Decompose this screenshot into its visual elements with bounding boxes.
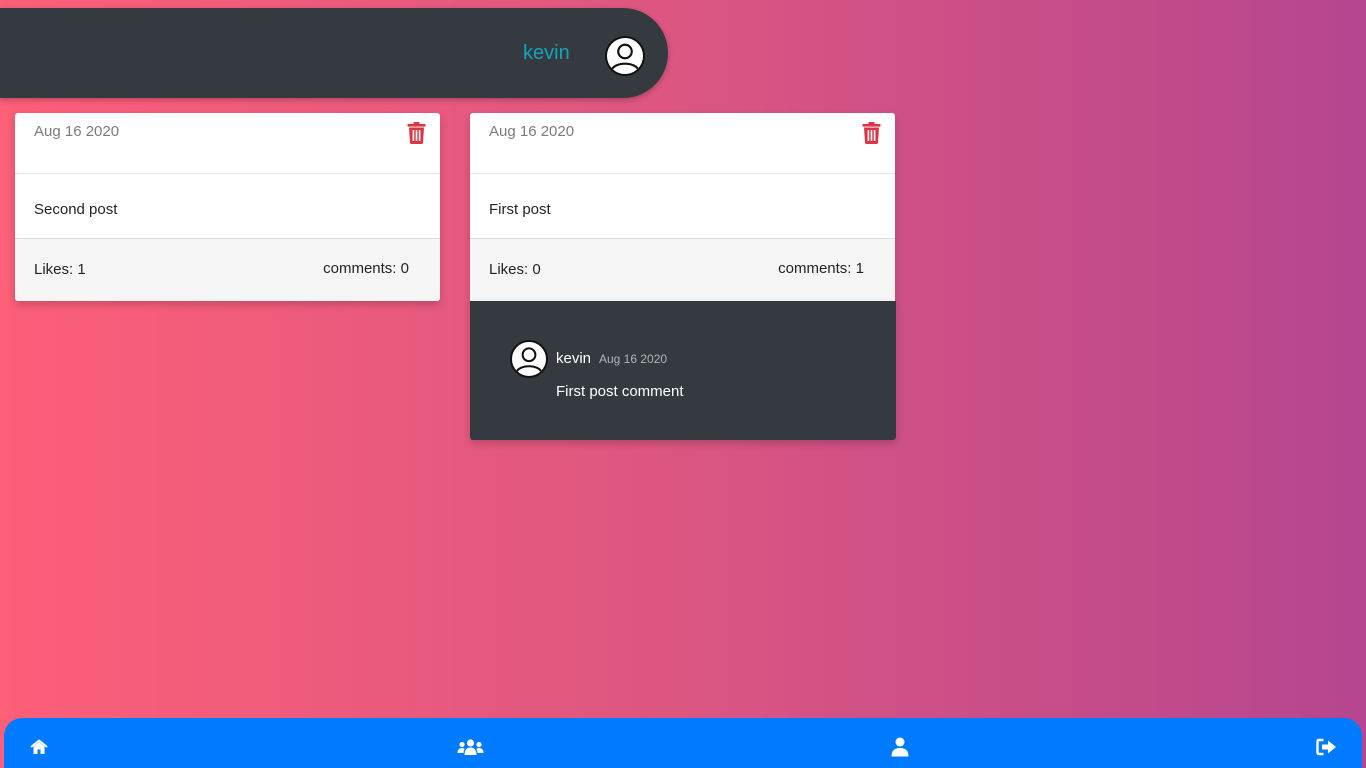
users-icon[interactable] <box>457 737 484 757</box>
comment-avatar-icon <box>510 340 548 378</box>
post-text: First post <box>489 201 551 218</box>
comments-count[interactable]: comments: 0 <box>323 260 409 277</box>
post-card-footer: Likes: 0 comments: 1 <box>470 239 895 301</box>
post-card-header: Aug 16 2020 <box>15 113 440 174</box>
comments-panel: kevin Aug 16 2020 First post comment <box>470 301 896 440</box>
header-username[interactable]: kevin <box>523 42 570 65</box>
comments-count[interactable]: comments: 1 <box>778 260 864 277</box>
comment-author[interactable]: kevin <box>556 350 591 367</box>
post-date: Aug 16 2020 <box>489 123 575 140</box>
sign-out-icon[interactable] <box>1316 737 1337 757</box>
user-avatar-icon[interactable] <box>605 36 645 76</box>
post-card-footer: Likes: 1 comments: 0 <box>15 239 440 301</box>
post-card: Aug 16 2020 First post Likes: 0 comments… <box>470 113 895 301</box>
post-text: Second post <box>34 201 118 218</box>
comment-text: First post comment <box>556 383 684 400</box>
comment-date: Aug 16 2020 <box>599 352 668 366</box>
home-icon[interactable] <box>30 737 48 757</box>
user-icon[interactable] <box>890 737 910 757</box>
post-card: Aug 16 2020 Second post Likes: 1 comment… <box>15 113 440 301</box>
bottom-nav <box>4 718 1362 768</box>
post-card-body: Second post <box>15 174 440 239</box>
post-card-header: Aug 16 2020 <box>470 113 895 174</box>
likes-count[interactable]: Likes: 1 <box>34 261 86 278</box>
post-date: Aug 16 2020 <box>34 123 120 140</box>
likes-count[interactable]: Likes: 0 <box>489 261 541 278</box>
post-card-body: First post <box>470 174 895 239</box>
trash-icon[interactable] <box>407 122 426 144</box>
trash-icon[interactable] <box>862 122 881 144</box>
top-header: kevin <box>0 8 668 98</box>
